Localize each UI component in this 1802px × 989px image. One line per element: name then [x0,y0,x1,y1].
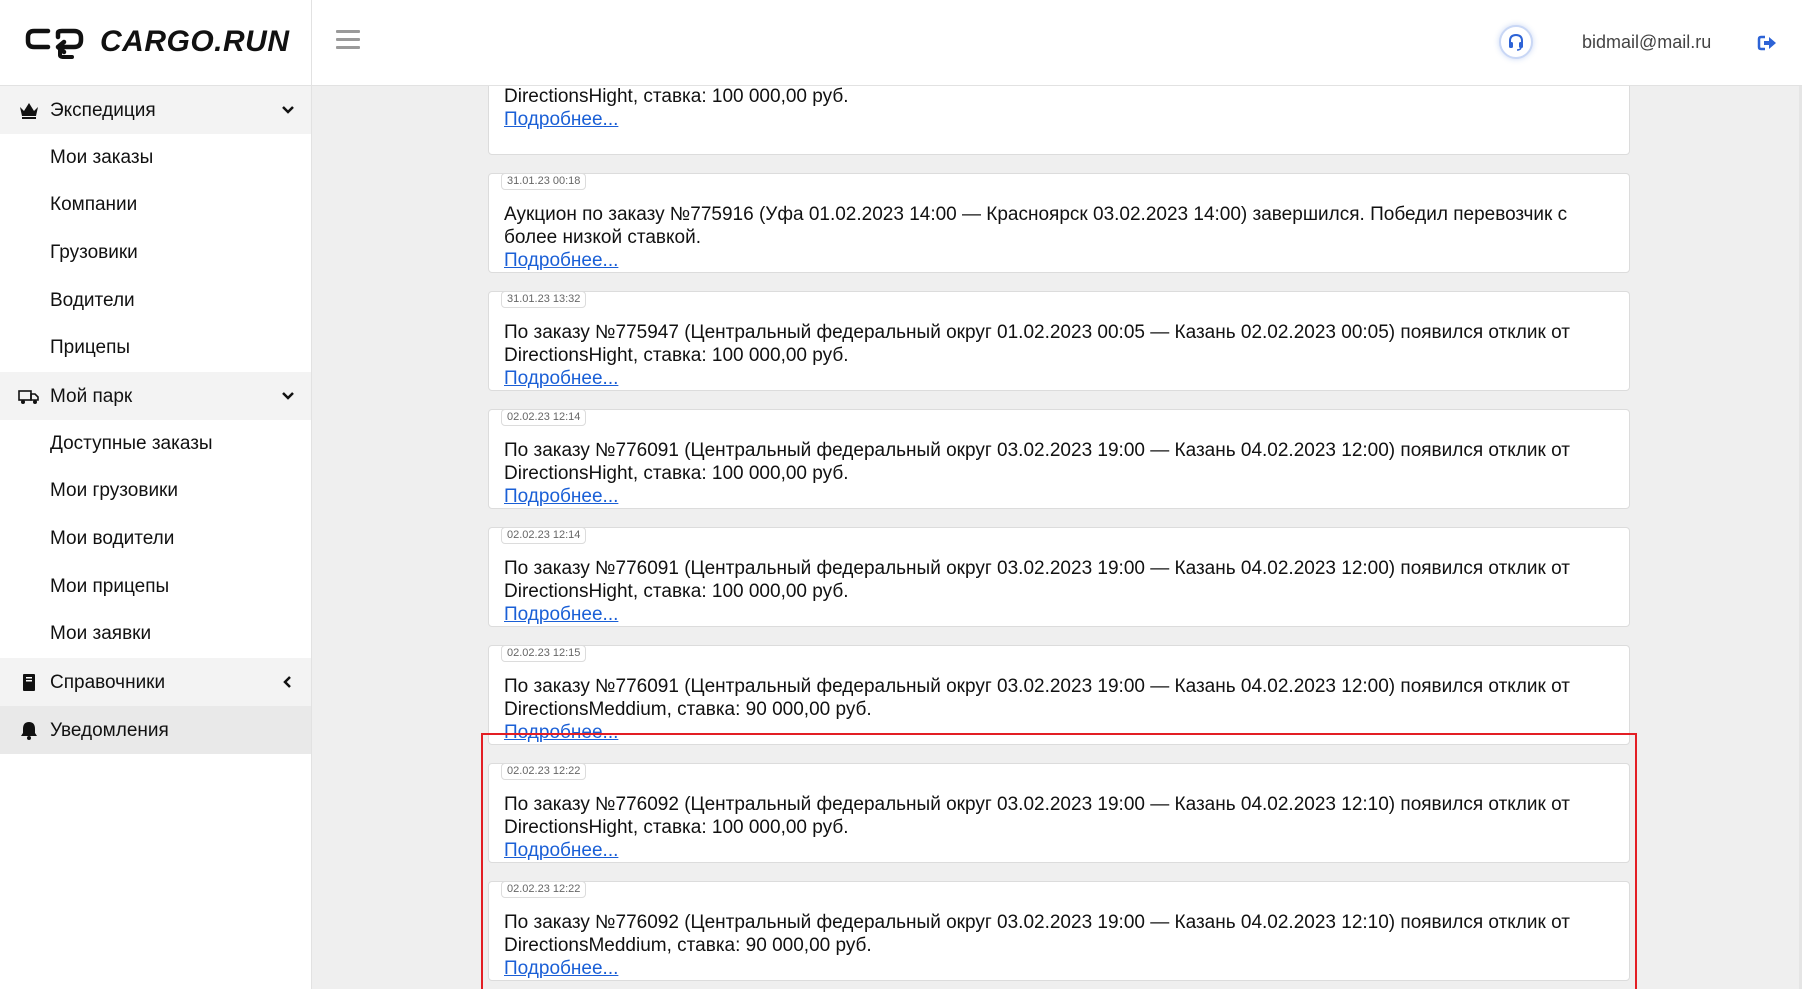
notification-card: 02.02.23 12:22 По заказу №776092 (Центра… [488,881,1630,981]
logout-icon [1757,35,1776,51]
logo-mark-icon [25,28,84,59]
burger-line [336,38,360,41]
notification-card: 02.02.23 12:22 По заказу №776092 (Центра… [488,763,1630,863]
crown-icon [20,103,38,119]
sidebar-item-my-requests[interactable]: Мои заявки [0,610,311,658]
sidebar-section-references[interactable]: Справочники [0,657,311,706]
notification-message: По заказу №776092 (Центральный федеральн… [504,912,1570,956]
logo-text: CARGO.RUN [100,25,290,58]
sidebar-section-label: Экспедиция [50,100,156,121]
notification-message: По заказу №776091 (Центральный федеральн… [504,558,1570,602]
logout-button[interactable] [1756,32,1778,54]
sidebar-section-label: Справочники [50,671,166,693]
notification-card: 31.01.23 00:18 Аукцион по заказу №775916… [488,173,1630,273]
sidebar-item-my-trucks[interactable]: Мои грузовики [0,467,311,516]
details-link[interactable]: Подробнее... [504,603,618,626]
headset-icon [1509,33,1523,51]
support-button[interactable] [1499,25,1533,59]
burger-line [336,46,360,49]
notification-timestamp: 02.02.23 12:14 [501,527,587,544]
notification-message: По заказу №776091 (Центральный федеральн… [504,676,1570,720]
details-link[interactable]: Подробнее... [504,839,618,862]
sidebar-item-trucks[interactable]: Грузовики [0,229,311,277]
sidebar-item-my-drivers[interactable]: Мои водители [0,515,311,563]
notification-message: По заказу №775947 (Центральный федеральн… [504,322,1570,366]
burger-line [336,30,360,33]
chevron-down-icon [282,106,294,114]
details-link[interactable]: Подробнее... [504,249,618,272]
sidebar-item-my-orders[interactable]: Мои заказы [0,134,311,182]
notification-message: Аукцион по заказу №775916 (Уфа 01.02.202… [504,204,1568,248]
logo[interactable]: CARGO.RUN [24,22,290,62]
top-header: CARGO.RUN bidmail@mail.ru [0,0,1802,86]
header-divider [311,0,312,86]
user-email[interactable]: bidmail@mail.ru [1582,32,1711,53]
notification-card: 02.02.23 12:14 По заказу №776091 (Центра… [488,527,1630,627]
details-link[interactable]: Подробнее... [504,367,618,390]
notification-card: 02.02.23 12:14 По заказу №776091 (Центра… [488,409,1630,509]
sidebar-section-my-fleet[interactable]: Мой парк [0,371,311,420]
details-link[interactable]: Подробнее... [504,485,618,508]
truck-icon [18,390,39,404]
details-link[interactable]: Подробнее... [504,108,618,131]
book-icon [23,673,35,691]
notification-card: DirectionsHight, ставка: 100 000,00 руб.… [488,86,1630,155]
menu-toggle-button[interactable] [336,30,360,52]
notification-message: По заказу №776091 (Центральный федеральн… [504,440,1570,484]
sidebar: Экспедиция Мои заказы Компании Грузовики… [0,86,312,989]
details-link[interactable]: Подробнее... [504,721,618,744]
notification-message: По заказу №776092 (Центральный федеральн… [504,794,1570,838]
notification-card: 02.02.23 12:15 По заказу №776091 (Центра… [488,645,1630,745]
notifications-feed: DirectionsHight, ставка: 100 000,00 руб.… [488,86,1630,989]
chevron-left-icon [283,676,291,688]
details-link[interactable]: Подробнее... [504,957,618,980]
notification-timestamp: 02.02.23 12:15 [501,645,587,662]
sidebar-item-drivers[interactable]: Водители [0,276,311,325]
bell-icon [21,721,37,740]
notification-timestamp: 02.02.23 12:22 [501,763,587,780]
sidebar-item-available-orders[interactable]: Доступные заказы [0,419,311,468]
sidebar-section-label: Мой парк [50,385,133,407]
main-content: DirectionsHight, ставка: 100 000,00 руб.… [312,86,1802,989]
chevron-down-icon [282,392,294,400]
notification-timestamp: 02.02.23 12:14 [501,409,587,426]
notification-timestamp: 02.02.23 12:22 [501,881,587,898]
sidebar-section-label: Уведомления [50,719,169,741]
sidebar-section-notifications[interactable]: Уведомления [0,705,311,754]
sidebar-section-expedition[interactable]: Экспедиция [0,86,311,134]
sidebar-item-my-trailers[interactable]: Мои прицепы [0,562,311,611]
notification-message: DirectionsHight, ставка: 100 000,00 руб. [504,86,849,107]
notification-card: 31.01.23 13:32 По заказу №775947 (Центра… [488,291,1630,391]
sidebar-item-companies[interactable]: Компании [0,181,311,230]
notification-timestamp: 31.01.23 13:32 [501,291,587,308]
sidebar-item-trailers[interactable]: Прицепы [0,324,311,372]
notification-timestamp: 31.01.23 00:18 [501,173,587,190]
app-window: CARGO.RUN bidmail@mail.ru Экспедиция Мои… [0,0,1802,989]
